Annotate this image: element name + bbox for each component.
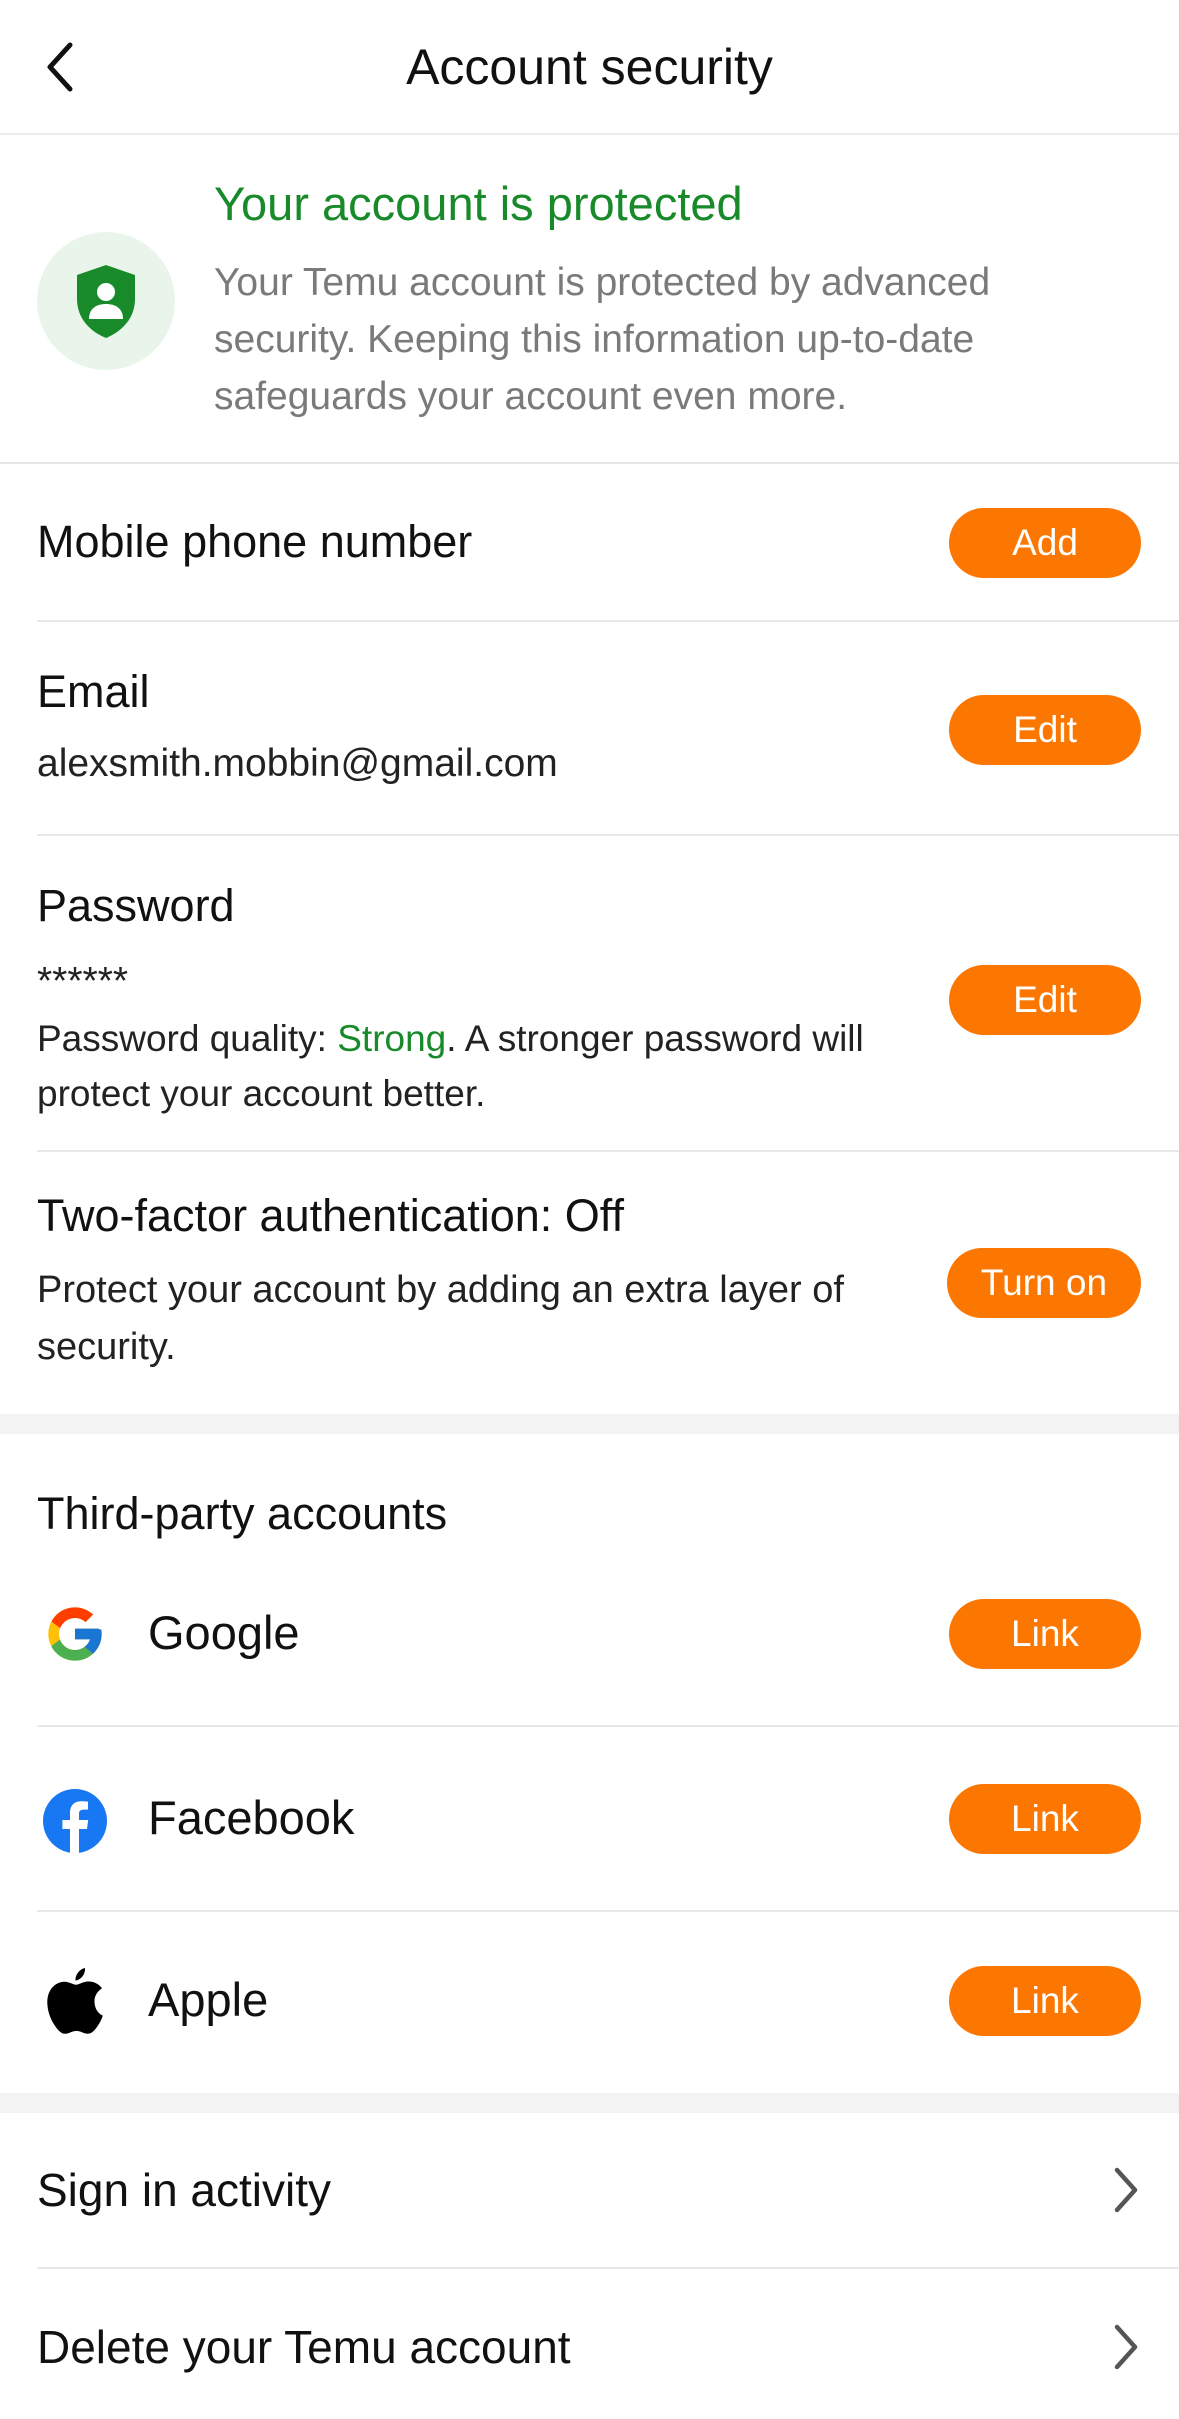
chevron-right-icon: [1114, 2324, 1138, 2370]
divider: [37, 834, 1179, 836]
phone-title: Mobile phone number: [37, 516, 473, 567]
google-label: Google: [148, 1606, 300, 1659]
link-apple-button[interactable]: Link: [949, 1966, 1141, 2036]
email-value: alexsmith.mobbin@gmail.com: [37, 742, 558, 785]
apple-icon: [40, 1964, 110, 2034]
password-quality-prefix: Password quality:: [37, 1018, 338, 1059]
turn-on-2fa-button[interactable]: Turn on: [947, 1248, 1141, 1318]
apple-label: Apple: [148, 1973, 269, 2026]
password-mask: ******: [37, 960, 129, 1003]
back-button[interactable]: [30, 32, 90, 102]
shield-user-icon: [77, 265, 135, 338]
chevron-right-icon: [1114, 2167, 1138, 2213]
two-factor-description: Protect your account by adding an extra …: [37, 1269, 844, 1368]
divider: [37, 1725, 1179, 1727]
divider: [0, 462, 1179, 464]
sign-in-activity-label: Sign in activity: [37, 2164, 332, 2216]
delete-account-label: Delete your Temu account: [37, 2321, 571, 2373]
section-separator: [0, 2093, 1179, 2113]
shield-badge: [37, 232, 175, 370]
section-separator: [0, 1414, 1179, 1434]
sign-in-activity-row[interactable]: Sign in activity: [0, 2113, 1179, 2263]
password-quality: Password quality: Strong. A stronger pas…: [37, 1011, 917, 1121]
delete-account-row[interactable]: Delete your Temu account: [0, 2269, 1179, 2419]
edit-email-button[interactable]: Edit: [949, 695, 1141, 765]
link-facebook-button[interactable]: Link: [949, 1784, 1141, 1854]
password-quality-value: Strong: [337, 1018, 447, 1059]
divider: [37, 1150, 1179, 1152]
facebook-icon: [40, 1786, 110, 1856]
protected-description: Your Temu account is protected by advanc…: [214, 261, 991, 418]
top-bar: Account security: [0, 0, 1179, 135]
page-title: Account security: [406, 38, 773, 95]
two-factor-title: Two-factor authentication: Off: [37, 1190, 624, 1241]
google-icon: [40, 1599, 110, 1669]
third-party-title: Third-party accounts: [37, 1488, 448, 1539]
edit-password-button[interactable]: Edit: [949, 965, 1141, 1035]
chevron-left-icon: [47, 42, 73, 92]
divider: [37, 620, 1179, 622]
password-title: Password: [37, 880, 235, 931]
add-phone-button[interactable]: Add: [949, 508, 1141, 578]
link-google-button[interactable]: Link: [949, 1599, 1141, 1669]
facebook-label: Facebook: [148, 1791, 355, 1844]
divider: [37, 1910, 1179, 1912]
email-title: Email: [37, 666, 150, 717]
protected-title: Your account is protected: [214, 177, 743, 230]
